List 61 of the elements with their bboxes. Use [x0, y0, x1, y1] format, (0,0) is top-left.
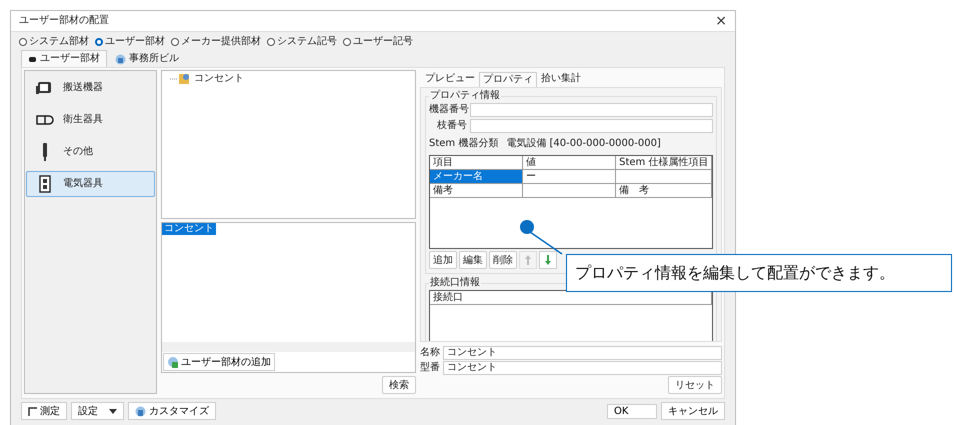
field-label: 名称 [420, 347, 440, 359]
field-label: 型番 [420, 362, 440, 374]
input-field[interactable]: コンセント [443, 346, 722, 360]
table-cell: 備 考 [616, 184, 712, 197]
reset-button[interactable]: リセット [668, 376, 722, 394]
window-title: ユーザー部材の配置 [19, 15, 109, 27]
field-label: Stem 機器分類 [429, 138, 498, 150]
add-part-button[interactable]: ユーザー部材の追加 [163, 353, 275, 371]
field-value: 電気設備 [40-00-000-0000-000] [506, 138, 661, 150]
measure-button[interactable]: 測定 [21, 402, 67, 420]
input-field[interactable] [470, 119, 713, 133]
callout-text: プロパティ情報を編集して配置ができます。 [566, 254, 952, 292]
radio-option[interactable]: メーカー提供部材 [171, 36, 261, 48]
tab[interactable]: 事務所ビル [108, 50, 186, 67]
table-button[interactable]: 編集 [459, 251, 487, 269]
radio-option[interactable]: ユーザー部材 [95, 36, 165, 48]
building-icon [115, 54, 126, 64]
ruler-icon [28, 406, 37, 416]
tree-node[interactable]: コンセント [170, 73, 407, 85]
column-header: 項目 [430, 156, 524, 169]
caret-icon [109, 408, 117, 414]
search-button[interactable]: 検索 [382, 376, 416, 394]
input-field[interactable] [470, 103, 713, 117]
outlet-icon [39, 175, 51, 193]
radio-option[interactable]: システム記号 [267, 36, 337, 48]
add-icon [167, 356, 179, 368]
arrow-icon [545, 255, 551, 265]
category-item[interactable]: 衛生器具 [26, 107, 155, 133]
group-title: 接続口情報 [429, 277, 481, 289]
column-header: 値 [523, 156, 616, 169]
field-label: 枝番号 [436, 120, 467, 132]
group-title: プロパティ情報 [429, 90, 501, 102]
table-button[interactable]: 削除 [489, 251, 517, 269]
category-item[interactable]: 搬送機器 [26, 75, 155, 101]
category-item[interactable]: その他 [26, 139, 155, 165]
tab[interactable]: プロパティ [479, 72, 537, 87]
table-button[interactable]: 追加 [429, 251, 457, 269]
ok-button[interactable]: OK [607, 404, 657, 418]
radio-option[interactable]: ユーザー記号 [343, 36, 413, 48]
column-header: Stem 仕様属性項目 [616, 156, 712, 169]
field-label: 機器番号 [429, 104, 467, 116]
cancel-button[interactable]: キャンセル [661, 402, 725, 420]
table-cell[interactable]: メーカー名 [430, 170, 524, 183]
table-cell[interactable]: 備考 [430, 184, 524, 197]
leader-line [520, 220, 562, 255]
scrollbar[interactable] [162, 342, 415, 352]
move-button[interactable] [539, 251, 557, 269]
list-item[interactable]: コンセント [162, 223, 216, 235]
tab[interactable]: 拾い集計 [538, 72, 584, 87]
close-button[interactable]: × [715, 15, 727, 27]
radio-option[interactable]: システム部材 [19, 36, 89, 48]
input-field[interactable]: コンセント [443, 361, 722, 375]
device-icon [41, 143, 49, 161]
table-cell: ー [523, 170, 616, 183]
arrow-icon [525, 255, 531, 265]
tab[interactable]: ユーザー部材 [21, 50, 107, 67]
customize-button[interactable]: カスタマイズ [128, 402, 216, 420]
category-item[interactable]: 電気器具 [26, 171, 155, 197]
tab[interactable]: プレビュー [422, 72, 478, 87]
fixture-icon [35, 115, 55, 125]
settings-button[interactable]: 設定 [71, 402, 124, 420]
